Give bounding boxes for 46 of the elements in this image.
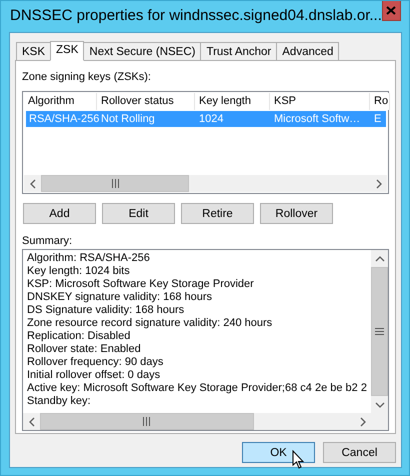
close-button[interactable]: [382, 1, 401, 21]
key-action-button[interactable]: Add: [23, 203, 96, 224]
summary-line: DNSKEY signature validity: 168 hours: [27, 291, 214, 304]
grip-icon: [143, 417, 150, 426]
chevron-left-icon: [28, 178, 36, 188]
table-cell-text: Not Rolling: [100, 112, 156, 127]
table-cell-text: E: [373, 112, 382, 127]
summary-line: Standby key:: [27, 395, 92, 408]
key-action-button[interactable]: Edit: [102, 203, 175, 224]
chevron-up-icon: [374, 254, 384, 262]
dialog-button[interactable]: OK: [242, 442, 315, 463]
table-cell-text: Microsoft Softw…: [273, 112, 362, 127]
tab[interactable]: Advanced: [276, 42, 340, 60]
chevron-left-icon: [28, 416, 36, 426]
summary-line: Zone resource record signature validity: 240 hours: [27, 317, 274, 330]
summary-line: Key length: 1024 bits: [27, 265, 131, 278]
chevron-down-icon: [374, 400, 384, 408]
table-cell-text: RSA/SHA-256: [28, 112, 98, 127]
summary-line: KSP: Microsoft Software Key Storage Provider: [27, 278, 255, 291]
summary-line: DS Signature validity: 168 hours: [27, 304, 186, 317]
summary-line: Initial rollover offset: 0 days: [27, 369, 162, 382]
summary-line: Rollover state: Enabled: [27, 343, 142, 356]
chevron-right-icon: [374, 178, 382, 188]
section-label: Zone signing keys (ZSKs):: [22, 70, 152, 85]
scroll-thumb[interactable]: [40, 413, 254, 430]
chevron-right-icon: [358, 416, 366, 426]
table-cell-text: 1024: [198, 112, 224, 127]
tab[interactable]: ZSK: [50, 41, 84, 61]
horizontal-scrollbar[interactable]: [23, 413, 388, 430]
tab[interactable]: Next Secure (NSEC): [83, 42, 202, 60]
summary-line: Rollover frequency: 90 days: [27, 356, 164, 369]
dialog-button[interactable]: Cancel: [323, 442, 396, 463]
window-title: DNSSEC properties for windnssec.signed04.dnslab.or...: [10, 7, 382, 24]
scroll-thumb[interactable]: [41, 175, 190, 192]
grip-icon: [375, 328, 384, 335]
grip-icon: [112, 179, 119, 188]
key-action-button[interactable]: Rollover: [260, 203, 333, 224]
tab[interactable]: KSK: [16, 42, 52, 60]
key-action-button[interactable]: Retire: [181, 203, 254, 224]
summary-line: Active key: Microsoft Software Key Storage Provider;68 c4 2e be b2 2: [27, 382, 367, 395]
section-label: Summary:: [22, 234, 74, 249]
mouse-cursor-icon: [292, 450, 304, 469]
summary-line: Replication: Disabled: [27, 330, 132, 343]
scroll-thumb[interactable]: [371, 267, 388, 396]
summary-line: Algorithm: RSA/SHA-256: [27, 252, 151, 265]
close-icon: [386, 6, 396, 15]
